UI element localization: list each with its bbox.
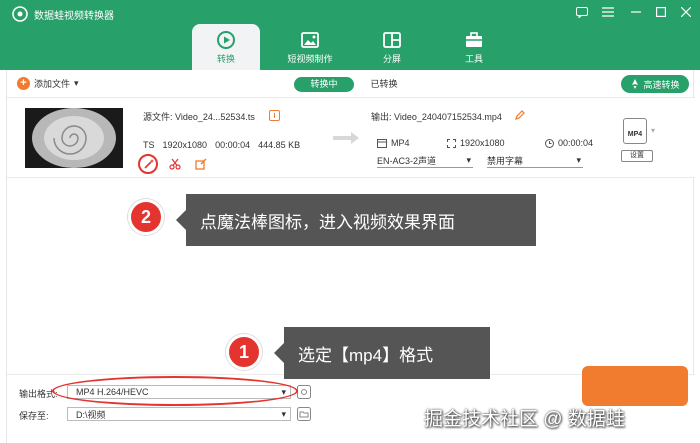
minimize-icon[interactable] [628,4,644,20]
arrow-right-icon [333,132,359,144]
tab-short-video[interactable]: 短视频制作 [276,24,344,70]
folder-icon[interactable] [297,407,311,421]
plus-icon: + [17,77,30,90]
annotation-callout: 点魔法棒图标，进入视频效果界面 [176,194,536,246]
video-thumbnail[interactable] [25,108,123,168]
title-bar: 数据蛙视频转换器 转换 短视频制作 分屏 工具 [0,0,700,70]
tab-converted[interactable]: 已转换 [359,77,409,92]
short-video-icon [301,32,319,48]
toolbar: + 添加文件 ▾ 转换中 已转换 高速转换 [7,70,695,98]
edit-icon[interactable] [193,156,209,172]
tab-converting[interactable]: 转换中 [294,77,354,92]
info-icon[interactable] [269,110,280,121]
settings-button[interactable]: 设置 [621,150,653,162]
chevron-down-icon[interactable]: ▾ [651,126,655,135]
chevron-down-icon: ▾ [466,155,471,165]
maximize-icon[interactable] [653,4,669,20]
convert-all-button[interactable] [582,366,688,406]
format-settings-icon[interactable] [297,385,311,399]
scissors-icon[interactable] [167,156,183,172]
annotation-callout: 选定【mp4】格式 [274,327,490,379]
output-specs: MP4 1920x1080 00:00:04 [371,138,621,152]
source-file-name: 源文件: Video_24...52534.ts [143,112,255,122]
close-icon[interactable] [678,4,694,20]
output-file-name: 输出: Video_240407152534.mp4 [371,112,502,122]
magic-wand-highlight [138,154,158,174]
file-row: 源文件: Video_24...52534.ts TS 1920x1080 00… [7,98,695,178]
output-format-badge[interactable]: MP4 [623,118,647,144]
save-path-select[interactable]: D:\视频 ▾ [67,407,291,421]
chevron-down-icon: ▾ [281,408,286,419]
tab-split-screen[interactable]: 分屏 [358,24,426,70]
watermark: 掘金技术社区 @ 数据蛙 [424,409,625,430]
split-screen-icon [383,32,401,48]
rocket-icon [632,79,639,89]
clock-icon [545,138,554,148]
add-file-button[interactable]: + 添加文件 ▾ [17,77,79,90]
chevron-down-icon: ▾ [74,78,79,88]
convert-icon [217,31,235,49]
video-format-icon [377,138,387,148]
tab-convert[interactable]: 转换 [192,24,260,70]
step-badge: 2 [128,199,164,235]
chevron-down-icon: ▾ [576,155,581,165]
app-title: 数据蛙视频转换器 [34,11,114,22]
audio-track-select[interactable]: EN-AC3-2声道 ▾ [377,154,473,168]
fast-convert-button[interactable]: 高速转换 [621,75,689,93]
step-badge: 1 [226,334,262,370]
menu-icon[interactable] [600,4,616,20]
subtitle-select[interactable]: 禁用字幕 ▾ [487,154,583,168]
tab-tools[interactable]: 工具 [440,24,508,70]
app-logo-icon [12,6,28,22]
save-to-label: 保存至: [19,411,49,421]
message-icon[interactable] [574,4,590,20]
resolution-icon [447,138,456,148]
source-info: TS 1920x1080 00:00:04 444.85 KB [143,140,301,150]
pencil-icon[interactable] [515,110,525,120]
format-highlight [52,376,298,406]
toolbox-icon [466,32,482,47]
